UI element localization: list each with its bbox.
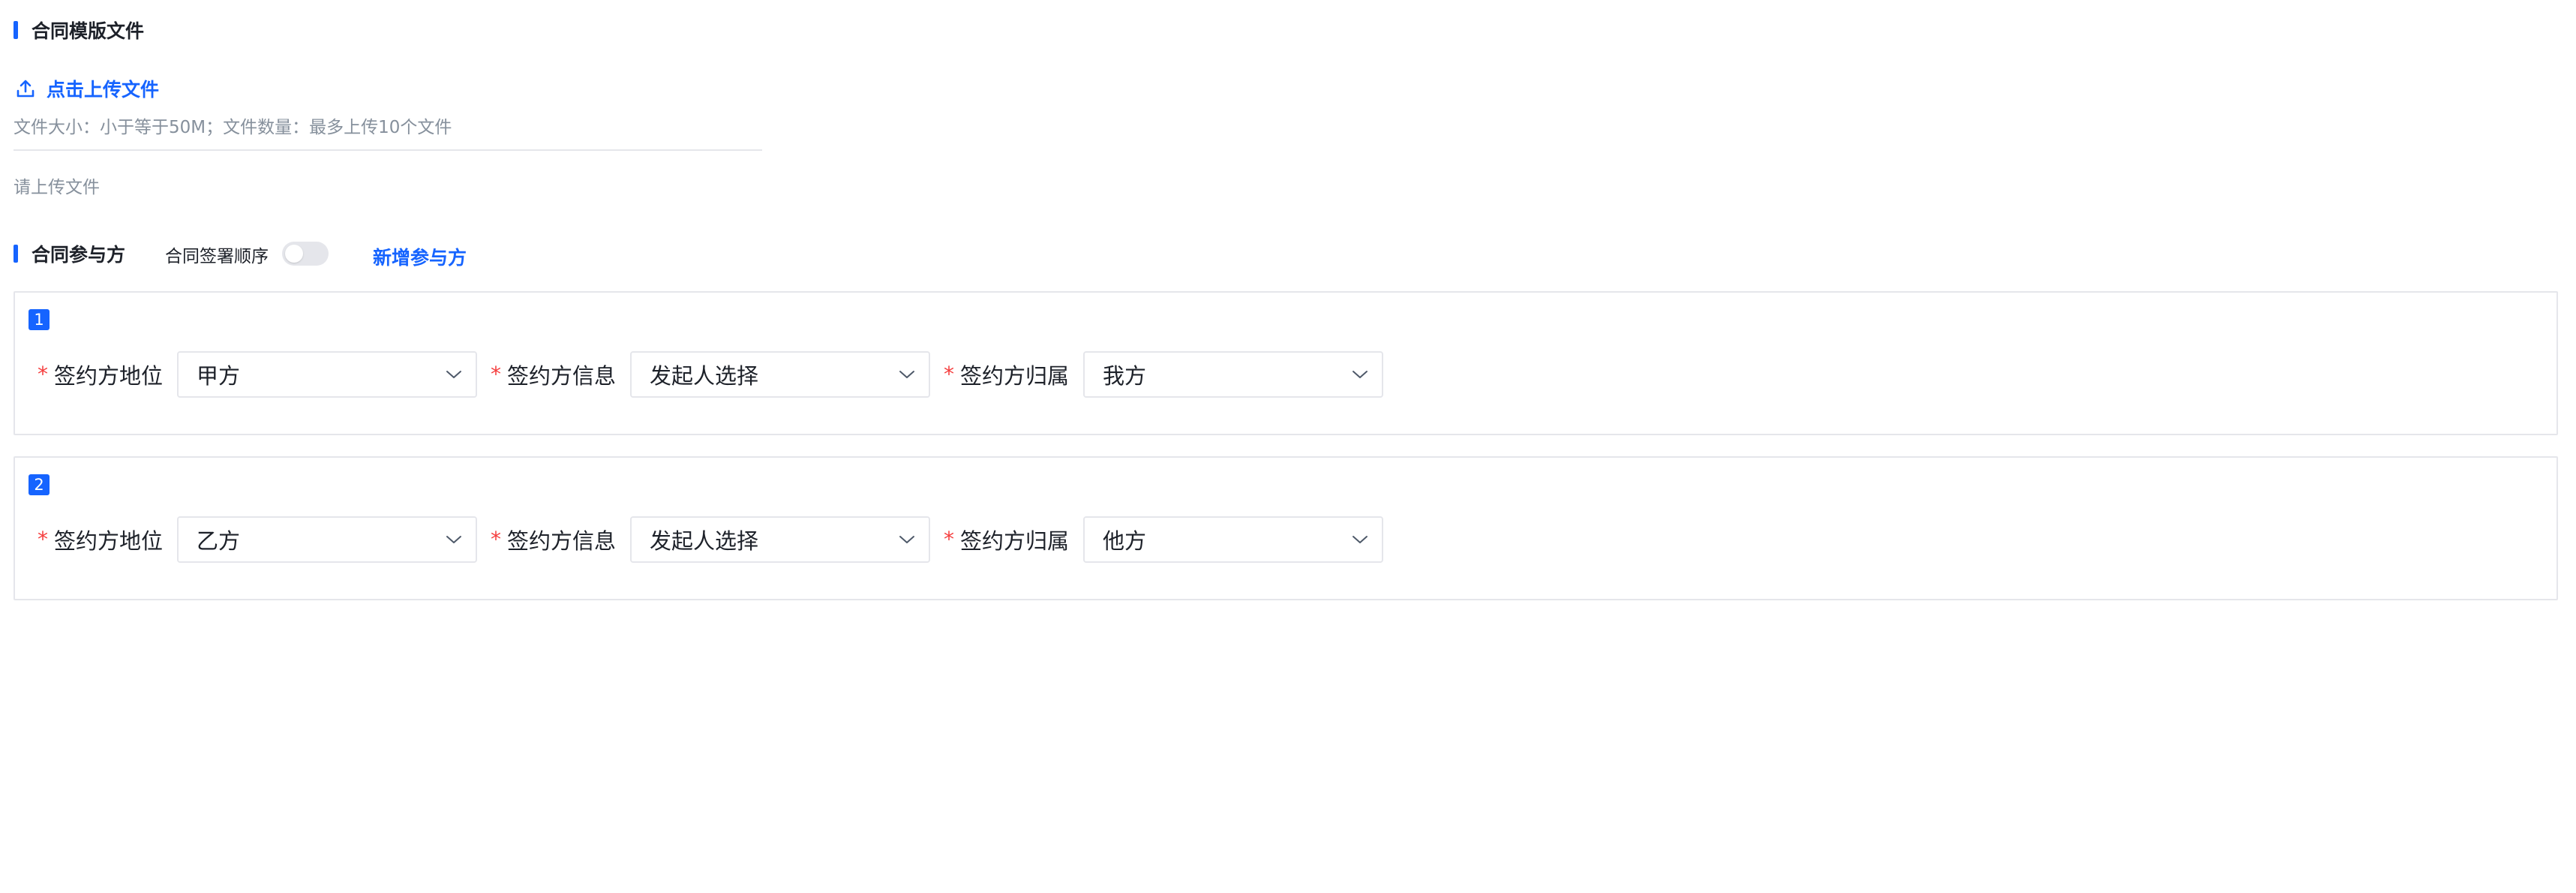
party-role-label: 签约方地位: [54, 363, 164, 389]
party-info-select[interactable]: 发起人选择: [630, 516, 930, 563]
party-role-field: * 签约方地位: [38, 516, 163, 563]
party-index-badge: 1: [29, 309, 50, 330]
template-section-title: 合同模版文件: [14, 17, 144, 44]
party-belong-label: 签约方归属: [960, 528, 1070, 554]
party-info-field: * 签约方信息: [491, 516, 616, 563]
chevron-down-icon: [899, 536, 914, 543]
participants-section-title: 合同参与方: [14, 240, 125, 267]
party-info-label: 签约方信息: [507, 363, 617, 389]
party-card: 2 * 签约方地位 乙方 * 签约方信息 发起人选择 * 签约方归属 他方: [14, 456, 2558, 600]
party-info-label: 签约方信息: [507, 528, 617, 554]
required-mark: *: [38, 362, 48, 386]
party-info-value: 发起人选择: [650, 363, 759, 389]
section-accent-bar: [14, 21, 18, 39]
upload-file-label: 点击上传文件: [47, 79, 160, 101]
upload-empty-text: 请上传文件: [14, 178, 100, 197]
party-info-field: * 签约方信息: [491, 351, 616, 398]
party-belong-select[interactable]: 我方: [1083, 351, 1383, 398]
required-mark: *: [491, 362, 501, 386]
signing-order-toggle[interactable]: [282, 242, 329, 266]
party-role-select[interactable]: 乙方: [177, 516, 477, 563]
upload-hint: 文件大小：小于等于50M；文件数量：最多上传10个文件: [14, 118, 452, 137]
add-party-button[interactable]: 新增参与方: [373, 243, 467, 270]
party-belong-field: * 签约方归属: [944, 516, 1069, 563]
upload-icon: [17, 80, 35, 98]
party-belong-label: 签约方归属: [960, 363, 1070, 389]
upload-file-button[interactable]: 点击上传文件: [15, 75, 159, 102]
toggle-knob: [285, 245, 303, 263]
party-belong-value: 我方: [1103, 363, 1147, 389]
party-belong-field: * 签约方归属: [944, 351, 1069, 398]
required-mark: *: [944, 527, 954, 552]
required-mark: *: [38, 527, 48, 552]
chevron-down-icon: [446, 536, 461, 543]
party-role-value: 甲方: [197, 363, 241, 389]
party-card: 1 * 签约方地位 甲方 * 签约方信息 发起人选择 * 签约方归属 我方: [14, 291, 2558, 435]
signing-order-label: 合同签署顺序: [165, 247, 269, 266]
template-section-title-text: 合同模版文件: [32, 20, 145, 42]
chevron-down-icon: [1353, 371, 1368, 378]
chevron-down-icon: [446, 371, 461, 378]
upload-divider: [14, 149, 762, 151]
party-info-value: 发起人选择: [650, 528, 759, 554]
chevron-down-icon: [1353, 536, 1368, 543]
required-mark: *: [491, 527, 501, 552]
party-belong-select[interactable]: 他方: [1083, 516, 1383, 563]
party-index-badge: 2: [29, 474, 50, 495]
party-info-select[interactable]: 发起人选择: [630, 351, 930, 398]
party-role-field: * 签约方地位: [38, 351, 163, 398]
chevron-down-icon: [899, 371, 914, 378]
party-belong-value: 他方: [1103, 528, 1147, 554]
party-role-select[interactable]: 甲方: [177, 351, 477, 398]
party-role-value: 乙方: [197, 528, 241, 554]
contract-form-page: 合同模版文件 点击上传文件 文件大小：小于等于50M；文件数量：最多上传10个文…: [0, 0, 2576, 893]
party-role-label: 签约方地位: [54, 528, 164, 554]
required-mark: *: [944, 362, 954, 386]
section-accent-bar: [14, 245, 18, 263]
participants-section-title-text: 合同参与方: [32, 244, 126, 266]
